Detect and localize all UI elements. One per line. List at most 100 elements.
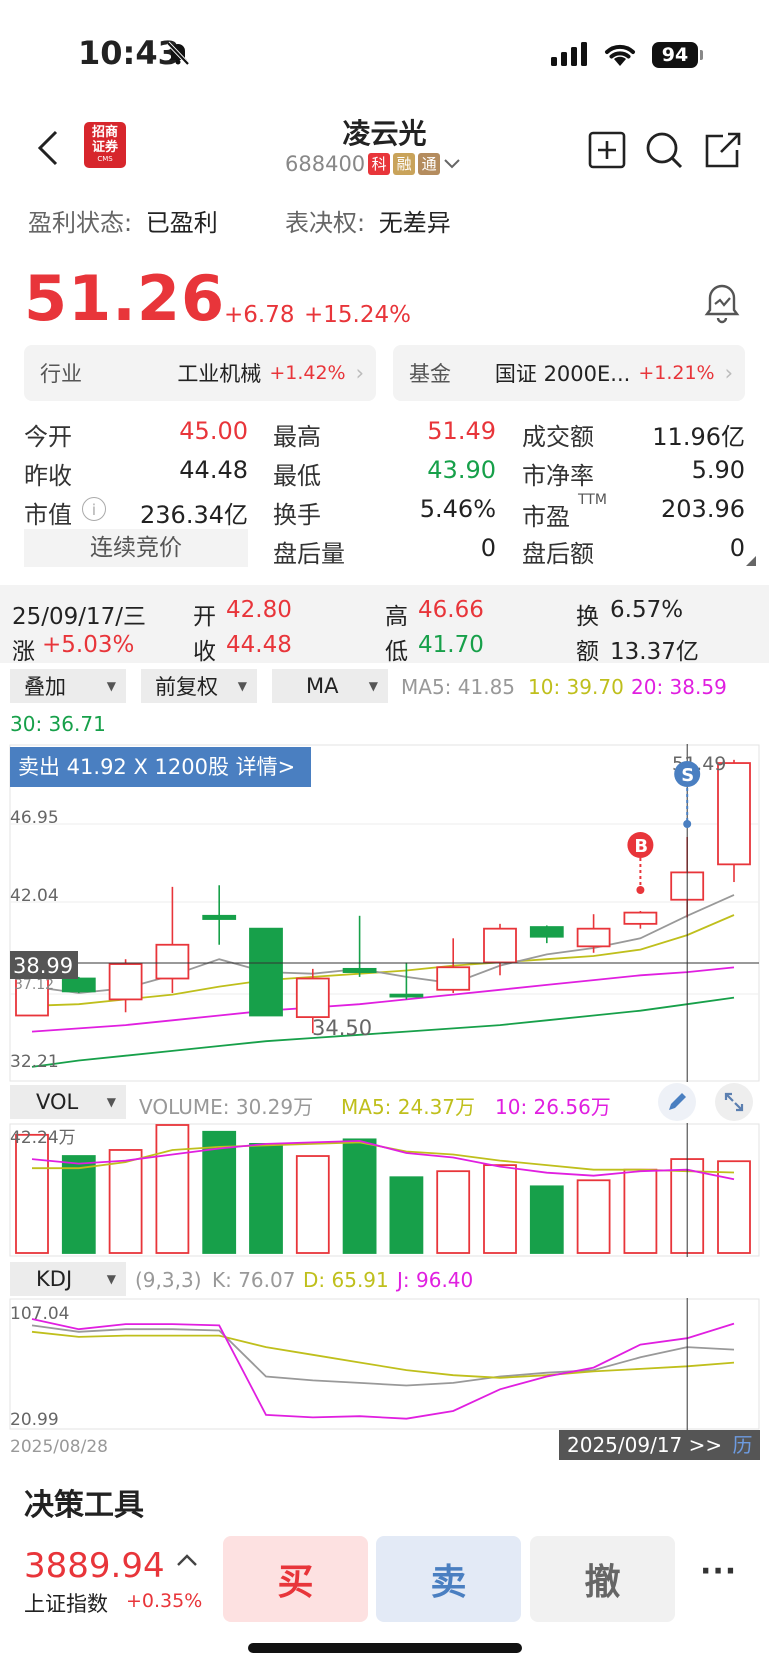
date-end: 2025/09/17 >> (567, 1433, 723, 1457)
kdj-k-line (31, 1324, 735, 1387)
detail-high: 46.66 (418, 597, 484, 623)
ma20-legend: 20: 38.59 (631, 675, 727, 699)
more-label: ··· (700, 1554, 738, 1589)
detail-amt-label: 额 (576, 639, 599, 665)
industry-chip[interactable]: 行业 工业机械 +1.42% › (24, 345, 376, 401)
fullscreen-button[interactable] (715, 1083, 753, 1121)
prev-close-value: 44.48 (179, 456, 248, 484)
kdj-chart[interactable]: 107.04 20.99 (0, 1298, 769, 1430)
tag-star-market: 科 (368, 153, 391, 175)
vote-value: 无差异 (378, 209, 451, 237)
candlestick-chart[interactable]: 46.9542.0437.1232.2138.9951.4934.50BS (0, 744, 769, 1082)
candle (436, 966, 471, 991)
caret-down-icon: ▼ (106, 1272, 116, 1286)
last-price: 51.26 (24, 262, 226, 335)
kdj-d-line (31, 1330, 735, 1379)
kdj-k-legend: K: 76.07 (212, 1268, 296, 1292)
edit-indicator-button[interactable] (658, 1083, 696, 1121)
candle (717, 762, 751, 866)
price-change-pct: +15.24% (304, 302, 411, 328)
share-icon (705, 132, 741, 168)
more-button[interactable]: ··· (700, 1554, 737, 1589)
ma5-legend: MA5: 41.85 (401, 675, 516, 699)
detail-open-label: 开 (193, 604, 216, 630)
buy-button[interactable]: 买 (223, 1536, 368, 1622)
adjust-dropdown[interactable]: 前复权 ▼ (141, 669, 257, 703)
volume-chart[interactable]: 42.24万 (0, 1123, 769, 1257)
high-label: 最高 (273, 423, 321, 451)
y-axis-label-top: 46.95 (10, 808, 59, 828)
battery-tip (700, 50, 703, 60)
amount-value: 11.96亿 (652, 423, 745, 451)
after-vol-value: 0 (480, 534, 496, 562)
add-watchlist-button[interactable] (587, 130, 627, 170)
prev-close-label: 昨收 (24, 462, 72, 490)
candle (342, 967, 377, 973)
tools-title: 决策工具 (24, 1488, 144, 1523)
buy-marker-letter: B (634, 836, 648, 857)
auction-status: 连续竞价 (24, 529, 248, 567)
crosshair-price: 38.99 (13, 954, 73, 978)
mcap-label: 市值 (24, 501, 72, 529)
signal-icon (551, 42, 591, 70)
detail-date: 25/09/17/三 (12, 604, 147, 630)
search-button[interactable] (644, 130, 684, 170)
trade-tag-text: 卖出 41.92 X 1200股 详情> (18, 755, 296, 779)
cancel-order-button[interactable]: 撤 (530, 1536, 675, 1622)
volume-bar (155, 1124, 190, 1254)
industry-pct: +1.42% (269, 362, 346, 384)
volume-max-label: 42.24万 (10, 1128, 76, 1148)
candle (576, 927, 611, 948)
volume-bar (342, 1138, 377, 1254)
index-name: 上证指数 (24, 1592, 108, 1616)
expand-corner-icon[interactable] (746, 556, 756, 566)
low-label: 最低 (273, 462, 321, 490)
search-icon (646, 132, 683, 169)
tag-margin: 融 (393, 153, 416, 175)
indicator-label: MA (306, 674, 339, 698)
bell-off-icon (165, 40, 191, 66)
after-vol-label: 盘后量 (273, 540, 345, 568)
sell-button[interactable]: 卖 (376, 1536, 521, 1622)
pencil-icon (669, 1093, 686, 1110)
chevron-up-icon[interactable] (176, 1552, 198, 1572)
cancel-label: 撤 (584, 1562, 621, 1603)
indicator-dropdown[interactable]: MA ▼ (272, 669, 388, 703)
index-value[interactable]: 3889.94 (24, 1546, 165, 1586)
vol-dropdown[interactable]: VOL ▼ (10, 1085, 126, 1119)
volume-bar (15, 1133, 49, 1254)
info-icon[interactable]: i (82, 497, 106, 521)
candle (61, 977, 96, 993)
kdj-j-legend: J: 96.40 (397, 1268, 474, 1292)
fund-name: 国证 2000E... (494, 362, 631, 386)
vote-label: 表决权: (285, 209, 366, 237)
plus-square-icon (588, 131, 626, 169)
candle (295, 977, 330, 1019)
ma10-legend: 10: 39.70 (528, 675, 624, 699)
battery-level: 94 (661, 44, 689, 66)
kdj-dropdown[interactable]: KDJ ▼ (10, 1262, 126, 1296)
pe-ttm-sup: TTM (578, 492, 607, 508)
fund-chip[interactable]: 基金 国证 2000E... +1.21% › (393, 345, 745, 401)
overlay-dropdown[interactable]: 叠加 ▼ (10, 669, 126, 703)
volume-ma10-legend: 10: 26.56万 (495, 1095, 611, 1119)
candle (483, 927, 517, 964)
candle (202, 914, 237, 920)
ma30-legend: 30: 36.71 (10, 712, 106, 736)
caret-down-icon: ▼ (106, 1095, 116, 1109)
volume-bar (295, 1155, 330, 1254)
date-end-tag[interactable]: 2025/09/17 >> 历 (559, 1430, 760, 1460)
price-alert-button[interactable] (702, 280, 742, 328)
stock-code-row[interactable]: 688400 科 融 通 (285, 152, 461, 176)
detail-close: 44.48 (226, 632, 292, 658)
sell-marker-letter: S (681, 765, 694, 786)
share-button[interactable] (703, 130, 743, 170)
vote-rights: 表决权: 无差异 (285, 203, 451, 238)
profit-label: 盈利状态: (28, 209, 133, 237)
kdj-max-label: 107.04 (10, 1304, 69, 1324)
vol-label: VOL (36, 1090, 79, 1114)
mcap-value: 236.34亿 (140, 501, 248, 529)
buy-label: 买 (277, 1562, 314, 1603)
trade-tag[interactable]: 卖出 41.92 X 1200股 详情> (10, 747, 311, 787)
open-label: 今开 (24, 423, 72, 451)
